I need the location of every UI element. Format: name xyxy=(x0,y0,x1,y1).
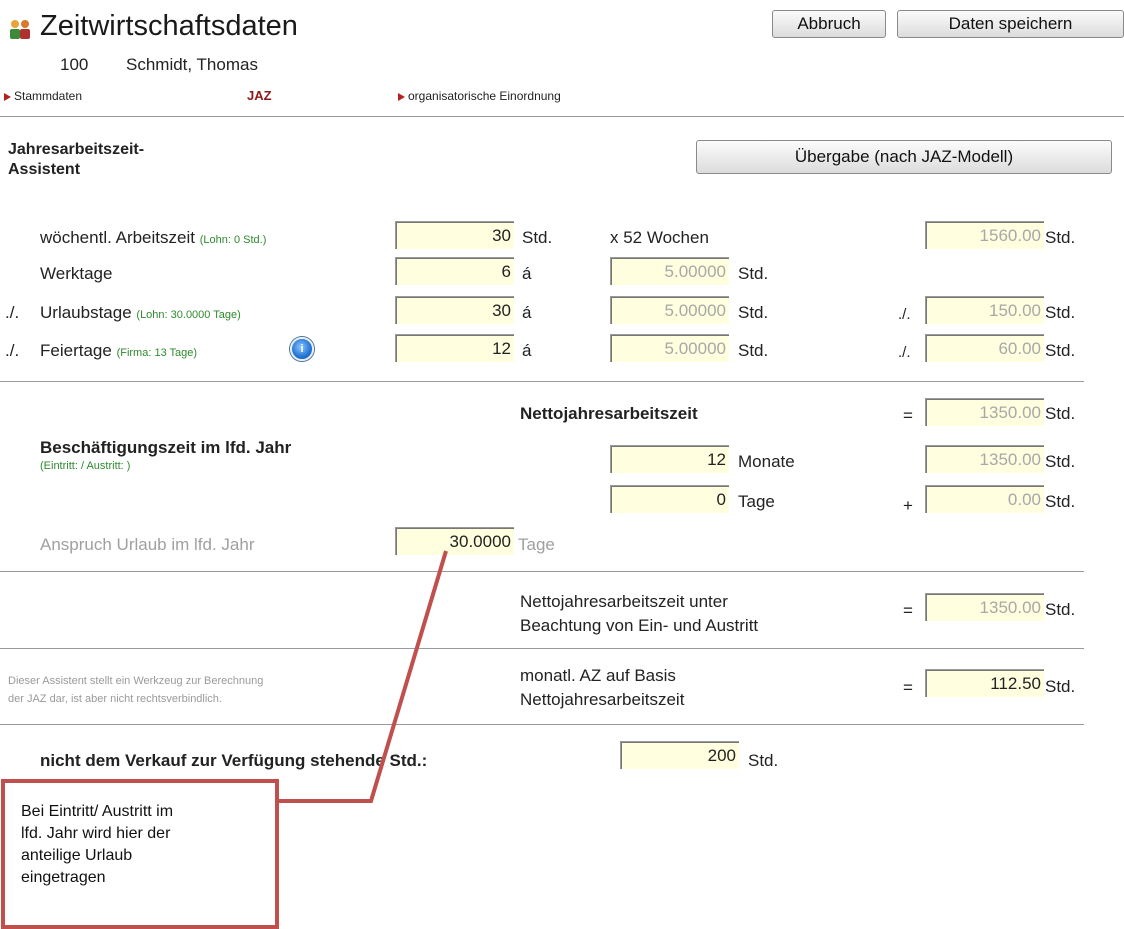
annual-hours-field xyxy=(925,221,1044,249)
not-for-sale-label: nicht dem Verkauf zur Verfügung stehende… xyxy=(40,751,428,770)
divider xyxy=(0,571,1084,572)
holiday-hours-per-day-unit: Std. xyxy=(738,341,769,360)
holidays-sep: á xyxy=(522,341,532,360)
months-unit: Monate xyxy=(738,452,795,471)
net-entry-unit: Std. xyxy=(1045,600,1076,619)
weeks-multiplier: x 52 Wochen xyxy=(610,228,709,247)
disclaimer-text: Dieser Assistent stellt ein Werkzeug zur… xyxy=(8,675,264,705)
vacation-claim-unit: Tage xyxy=(518,535,555,554)
vacation-days-input[interactable] xyxy=(395,296,514,324)
hours-per-day-unit: Std. xyxy=(738,264,769,283)
vacation-hours-total-unit: Std. xyxy=(1045,303,1076,322)
net-annual-unit: Std. xyxy=(1045,404,1076,423)
employment-heading: Beschäftigungszeit im lfd. Jahr xyxy=(40,438,292,457)
annual-hours-unit: Std. xyxy=(1045,228,1076,247)
vacation-sep: á xyxy=(522,303,532,322)
vacation-days-label: Urlaubstage (Lohn: 30.0000 Tage) xyxy=(40,303,241,322)
days-plus: + xyxy=(903,496,913,515)
weekly-hours-input[interactable] xyxy=(395,221,514,249)
net-annual-label: Nettojahresarbeitszeit xyxy=(520,404,698,423)
holidays-prefix: ./. xyxy=(5,341,20,360)
callout-note: Bei Eintritt/ Austritt im lfd. Jahr wird… xyxy=(1,779,279,929)
net-entry-field xyxy=(925,593,1044,621)
vacation-prefix: ./. xyxy=(5,303,20,322)
net-annual-eq: = xyxy=(903,406,913,425)
days-unit: Tage xyxy=(738,492,775,511)
nav-link-stammdaten[interactable]: Stammdaten xyxy=(4,89,82,103)
employment-hint: (Eintritt: / Austritt: ) xyxy=(40,460,131,472)
workdays-input[interactable] xyxy=(395,257,514,285)
days-input[interactable] xyxy=(610,485,729,513)
arrow-right-icon xyxy=(398,92,405,101)
divider xyxy=(0,116,1124,117)
holidays-input[interactable] xyxy=(395,334,514,362)
days-hours-unit: Std. xyxy=(1045,492,1076,511)
holiday-hours-per-day-field xyxy=(610,334,729,362)
holidays-label: Feiertage (Firma: 13 Tage) xyxy=(40,341,198,360)
nav-tab-jaz: JAZ xyxy=(247,88,272,103)
net-annual-field xyxy=(925,398,1044,426)
vacation-claim-input[interactable] xyxy=(395,527,514,555)
holidays-minus: ./. xyxy=(898,344,911,361)
vacation-hours-total-field xyxy=(925,296,1044,324)
weekly-hours-unit: Std. xyxy=(522,228,553,247)
not-for-sale-unit: Std. xyxy=(748,751,779,770)
months-input[interactable] xyxy=(610,445,729,473)
months-hours-unit: Std. xyxy=(1045,452,1076,471)
assistant-heading: Jahresarbeitszeit- Assistent xyxy=(8,141,145,178)
employee-name: Schmidt, Thomas xyxy=(126,55,258,74)
not-for-sale-input[interactable] xyxy=(620,741,739,769)
net-entry-eq: = xyxy=(903,601,913,620)
vacation-hours-per-day-field xyxy=(610,296,729,324)
page-title: Zeitwirtschaftsdaten xyxy=(40,10,298,42)
monthly-eq: = xyxy=(903,678,913,697)
workdays-sep: á xyxy=(522,264,532,283)
vacation-claim-label: Anspruch Urlaub im lfd. Jahr xyxy=(40,535,255,554)
users-group-icon xyxy=(10,20,30,39)
workdays-label: Werktage xyxy=(40,264,113,283)
arrow-right-icon xyxy=(4,92,11,101)
hours-per-day-field xyxy=(610,257,729,285)
vacation-hours-per-day-unit: Std. xyxy=(738,303,769,322)
days-hours-field xyxy=(925,485,1044,513)
monthly-label: monatl. AZ auf Basis Nettojahresarbeitsz… xyxy=(520,666,685,709)
divider xyxy=(0,381,1084,382)
net-entry-label: Nettojahresarbeitszeit unter Beachtung v… xyxy=(520,592,759,635)
cancel-button[interactable]: Abbruch xyxy=(772,10,886,38)
nav-link-organisatorische-einordnung[interactable]: organisatorische Einordnung xyxy=(398,89,561,103)
employee-number: 100 xyxy=(60,55,89,74)
info-icon[interactable]: i xyxy=(290,337,314,361)
vacation-minus: ./. xyxy=(898,306,911,323)
monthly-hours-field[interactable] xyxy=(925,669,1044,697)
months-hours-field xyxy=(925,445,1044,473)
divider xyxy=(0,648,1084,649)
weekly-hours-label: wöchentl. Arbeitszeit (Lohn: 0 Std.) xyxy=(40,228,267,247)
divider xyxy=(0,724,1084,725)
monthly-hours-unit: Std. xyxy=(1045,677,1076,696)
save-button[interactable]: Daten speichern xyxy=(897,10,1124,38)
transfer-jaz-model-button[interactable]: Übergabe (nach JAZ-Modell) xyxy=(696,140,1112,174)
holiday-hours-total-field xyxy=(925,334,1044,362)
holiday-hours-total-unit: Std. xyxy=(1045,341,1076,360)
